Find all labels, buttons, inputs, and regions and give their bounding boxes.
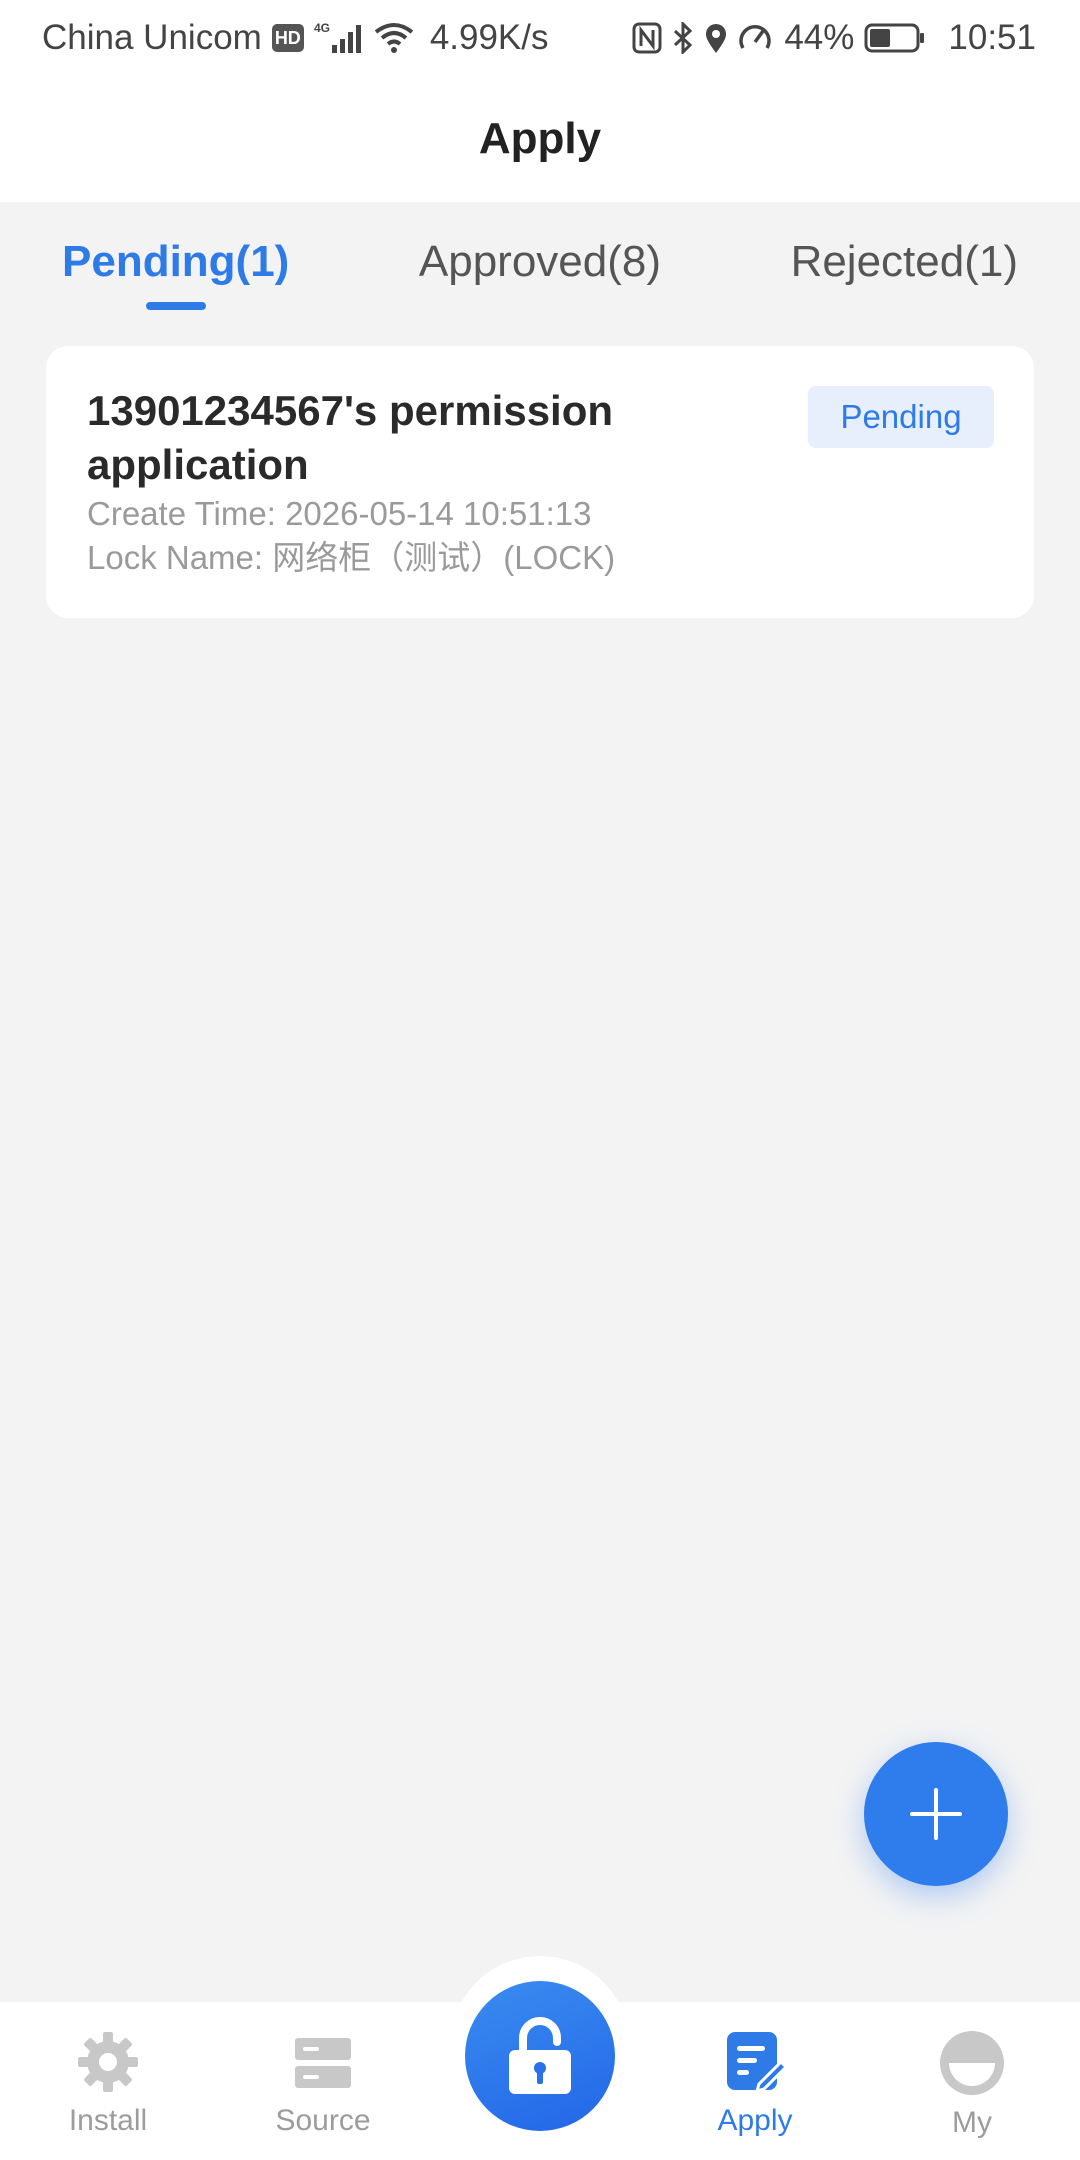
- active-tab-indicator: [145, 302, 206, 310]
- battery-percent: 44%: [784, 18, 855, 57]
- wifi-icon: [374, 22, 414, 54]
- tab-bar: Pending(1) Approved(8) Rejected(1): [0, 202, 1080, 322]
- app-header: Apply: [0, 76, 1080, 202]
- nav-source-label: Source: [275, 2104, 371, 2137]
- nav-apply[interactable]: Apply: [680, 2030, 830, 2138]
- nav-install[interactable]: Install: [33, 2030, 183, 2138]
- nav-my[interactable]: My: [897, 2030, 1047, 2140]
- carrier-name: China Unicom: [42, 18, 262, 57]
- unlock-button[interactable]: [465, 1981, 615, 2131]
- application-title: 13901234567's permission application: [87, 387, 614, 488]
- nav-install-label: Install: [68, 2104, 148, 2137]
- page-title: Apply: [478, 114, 602, 163]
- status-bar: China Unicom HD 4G 4.99K/s 44% 10:51: [0, 0, 1080, 76]
- nav-apply-label: Apply: [717, 2104, 793, 2137]
- battery-icon: [864, 22, 926, 54]
- nav-source[interactable]: Source: [248, 2030, 398, 2138]
- nav-my-label: My: [952, 2106, 992, 2139]
- status-bar-right: 44% 10:51: [632, 18, 1036, 58]
- edit-document-icon: [727, 2032, 787, 2094]
- network-speed: 4.99K/s: [429, 18, 549, 57]
- status-badge: Pending: [808, 386, 994, 448]
- tab-approved-label: Approved(8): [418, 237, 662, 286]
- application-card[interactable]: 13901234567's permission application Cre…: [46, 346, 1034, 618]
- plus-icon: [910, 1788, 962, 1840]
- status-bar-left: China Unicom HD 4G 4.99K/s: [42, 18, 549, 58]
- bluetooth-icon: [672, 22, 694, 54]
- tab-rejected[interactable]: Rejected(1): [791, 202, 1018, 322]
- tab-pending[interactable]: Pending(1): [62, 202, 289, 322]
- tab-pending-label: Pending(1): [62, 237, 290, 286]
- add-application-button[interactable]: [864, 1742, 1008, 1886]
- create-time: Create Time: 2026-05-14 10:51:13: [87, 495, 592, 532]
- server-icon: [295, 2038, 351, 2088]
- hd-badge: HD: [271, 24, 304, 52]
- tab-rejected-label: Rejected(1): [790, 237, 1018, 286]
- lock-name: Lock Name: 网络柜（测试）(LOCK): [87, 539, 616, 576]
- avatar-icon: [940, 2031, 1004, 2095]
- location-icon: [704, 22, 728, 54]
- tab-approved[interactable]: Approved(8): [419, 202, 661, 322]
- gear-icon: [78, 2032, 138, 2092]
- signal-icon: 4G: [314, 21, 364, 55]
- unlock-icon: [509, 2017, 571, 2094]
- nfc-icon: [632, 22, 662, 54]
- speedometer-icon: [738, 22, 772, 54]
- clock: 10:51: [948, 18, 1036, 57]
- network-type: 4G: [314, 21, 330, 35]
